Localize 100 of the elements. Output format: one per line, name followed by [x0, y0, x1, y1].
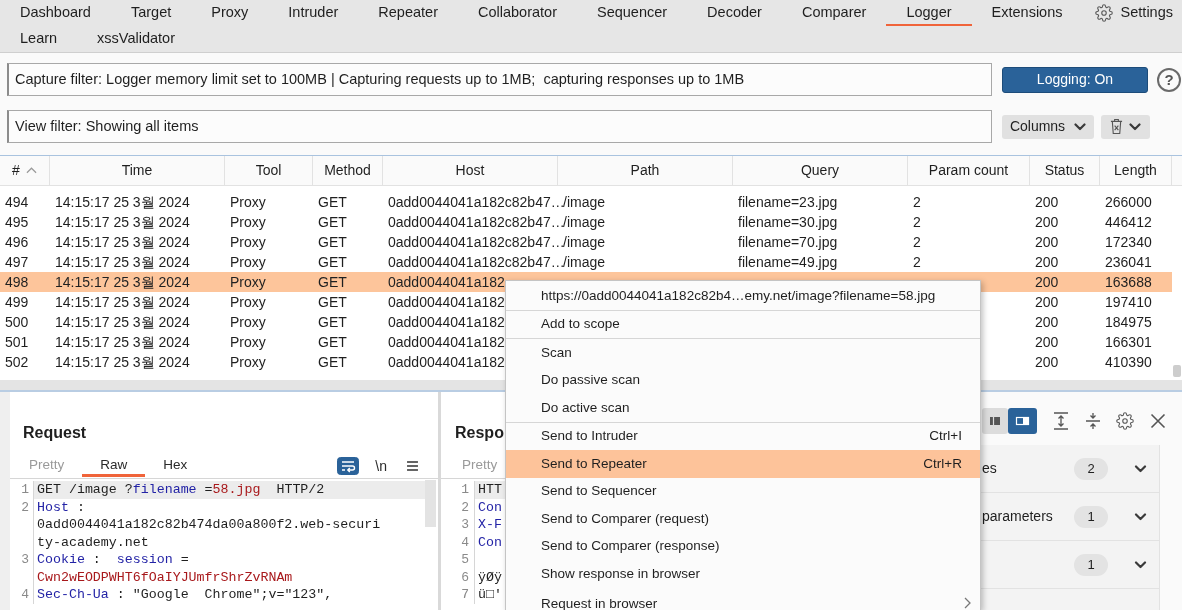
table-cell-text: 14:15:17 25 3월 2024 [55, 272, 190, 292]
code-line: 0add0044041a182c82b474da00a800f2.web-securi [37, 516, 381, 534]
table-cell-text: 200 [1035, 292, 1059, 312]
table-cell-text: 200 [1035, 232, 1059, 252]
table-cell-text: GET [318, 192, 347, 212]
code-line: Cookie : session = [37, 551, 189, 569]
table-cell-text: GET [318, 332, 347, 352]
table-cell-text: filename=49.jpg [738, 252, 838, 272]
table-cell-text: 236041 [1105, 252, 1152, 272]
table-cell-text: GET [318, 272, 347, 292]
table-cell-text: 14:15:17 25 3월 2024 [55, 252, 190, 272]
table-cell-text: 0add0044041a182 [388, 272, 505, 292]
table-cell-text: 410390 [1105, 352, 1152, 372]
table-cell-text: 200 [1035, 212, 1059, 232]
table-cell-text: filename=23.jpg [738, 192, 838, 212]
line-number: 1 [461, 481, 469, 499]
code-line: ü□' [478, 586, 502, 604]
table-cell-text: 0add0044041a182 [388, 312, 505, 332]
table-cell-text: Proxy [230, 312, 266, 332]
code-line: Sec-Ch-Ua : "Google Chrome";v="123", [37, 586, 333, 604]
table-cell-text: GET [318, 352, 347, 372]
section-title: parameters [982, 507, 1053, 526]
table-cell-text: 200 [1035, 192, 1059, 212]
table-cell-text: GET [318, 232, 347, 252]
table-cell-text: GET [318, 312, 347, 332]
code-line: Con [478, 533, 502, 551]
table-cell-text: 200 [1035, 252, 1059, 272]
table-cell-text: 14:15:17 25 3월 2024 [55, 332, 190, 352]
table-cell-text: 14:15:17 25 3월 2024 [55, 312, 190, 332]
table-cell-text: Proxy [230, 212, 266, 232]
table-cell-text: filename=30.jpg [738, 212, 838, 232]
table-cell-text: 496 [5, 232, 29, 252]
code-line: Con [478, 498, 502, 516]
table-cell-text: 197410 [1105, 292, 1152, 312]
table-cell-text: 14:15:17 25 3월 2024 [55, 232, 190, 252]
count-badge: 2 [1074, 457, 1108, 480]
table-cell-text: 500 [5, 312, 29, 332]
table-cell-text: /image [563, 212, 606, 232]
table-cell-text: 184975 [1105, 312, 1152, 332]
line-number: 4 [461, 533, 469, 551]
table-cell-text: 200 [1035, 352, 1059, 372]
table-cell-text: Proxy [230, 332, 266, 352]
count-badge: 1 [1074, 505, 1108, 528]
panel-title: Respo [455, 423, 504, 443]
table-cell-text: 0add0044041a182 [388, 332, 505, 352]
panel-title: Request [23, 423, 87, 443]
table-cell-text: Proxy [230, 352, 266, 372]
table-cell-text: GET [318, 292, 347, 312]
table-cell-text: GET [318, 252, 347, 272]
table-cell-text: 200 [1035, 332, 1059, 352]
table-cell-text: 499 [5, 292, 29, 312]
table-cell-text: 494 [5, 192, 29, 212]
table-cell-text: GET [318, 212, 347, 232]
table-cell-text: 0add0044041a182 [388, 352, 505, 372]
table-cell-text: 497 [5, 252, 29, 272]
line-number: 7 [461, 586, 469, 604]
table-cell-text: 2 [913, 212, 921, 232]
line-number: 4 [21, 586, 29, 604]
count-badge: 1 [1074, 553, 1108, 576]
table-cell-text: 266000 [1105, 192, 1152, 212]
table-cell-text: Proxy [230, 272, 266, 292]
table-cell-text: /image [563, 232, 606, 252]
table-cell-text: 200 [1035, 312, 1059, 332]
table-cell-text: Proxy [230, 252, 266, 272]
code-line: X-F [478, 516, 502, 534]
table-cell-text: 495 [5, 212, 29, 232]
shortcut-text: Ctrl+R [923, 454, 962, 473]
table-cell-text: 172340 [1105, 232, 1152, 252]
table-cell-text: Proxy [230, 232, 266, 252]
code-line: HTT [478, 481, 502, 499]
section-title: es [982, 459, 997, 478]
table-cell-text: 200 [1035, 272, 1059, 292]
table-cell-text: 14:15:17 25 3월 2024 [55, 212, 190, 232]
table-cell-text: 14:15:17 25 3월 2024 [55, 352, 190, 372]
table-cell-text: 163688 [1105, 272, 1152, 292]
table-cell-text: filename=70.jpg [738, 232, 838, 252]
code-line: Cwn2wEODPWHT6fOaIYJUmfrShrZvRNAm [37, 568, 293, 586]
line-number: 3 [21, 551, 29, 569]
code-line: ÿØÿ [478, 568, 502, 586]
line-number: 1 [21, 481, 29, 499]
line-number: 2 [461, 498, 469, 516]
code-line: ty-academy.net [37, 533, 149, 551]
table-cell-text: 14:15:17 25 3월 2024 [55, 192, 190, 212]
line-number: 5 [461, 551, 469, 569]
table-cell-text: Proxy [230, 192, 266, 212]
table-cell-text: Proxy [230, 292, 266, 312]
table-cell-text: 498 [5, 272, 29, 292]
table-cell-text: 502 [5, 352, 29, 372]
table-cell-text: 14:15:17 25 3월 2024 [55, 292, 190, 312]
table-cell-text: /image [563, 252, 606, 272]
table-cell-text: 0add0044041a182 [388, 292, 505, 312]
table-cell-text: 2 [913, 232, 921, 252]
code-line: Host : [37, 498, 85, 516]
table-cell-text: 2 [913, 192, 921, 212]
table-cell-text: 2 [913, 252, 921, 272]
line-number: 3 [461, 516, 469, 534]
line-number: 6 [461, 568, 469, 586]
shortcut-text: Ctrl+I [929, 427, 962, 446]
table-cell-text: 166301 [1105, 332, 1152, 352]
table-cell-text: 446412 [1105, 212, 1152, 232]
